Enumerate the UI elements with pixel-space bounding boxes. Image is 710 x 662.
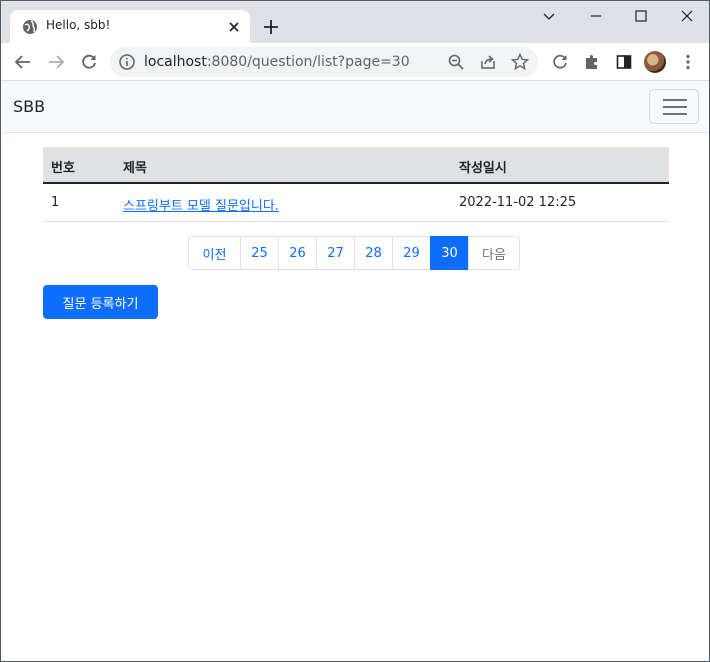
extensions-puzzle-icon[interactable] [582,52,602,72]
navbar-brand[interactable]: SBB [13,97,45,116]
cell-number: 1 [51,195,60,210]
share-icon[interactable] [478,52,498,72]
page-prev-button[interactable]: 이전 [188,236,241,270]
browser-window: Hello, sbb! localhost:8080/question/list… [0,0,710,662]
hamburger-line [663,113,687,115]
page-next-button-disabled: 다음 [468,236,520,270]
bookmark-star-icon[interactable] [510,52,530,72]
globe-icon [23,20,37,34]
forward-arrow-icon[interactable] [46,52,66,72]
back-arrow-icon[interactable] [13,52,33,72]
tab-strip: Hello, sbb! [1,1,709,43]
more-menu-icon[interactable] [678,52,698,72]
hamburger-line [663,99,687,101]
page-29-button[interactable]: 29 [392,236,431,270]
browser-toolbar: localhost:8080/question/list?page=30 [1,43,709,81]
cell-subject: 스프링부트 모델 질문입니다. [123,195,279,214]
site-navbar: SBB [1,81,709,133]
page-28-button[interactable]: 28 [354,236,393,270]
pagination: 이전 25 26 27 28 29 30 다음 [188,236,520,270]
maximize-icon[interactable] [628,7,654,25]
address-bar[interactable]: localhost:8080/question/list?page=30 [110,47,538,77]
side-panel-icon[interactable] [614,52,634,72]
question-link[interactable]: 스프링부트 모델 질문입니다. [123,199,279,214]
header-number: 번호 [51,161,75,176]
tab-title: Hello, sbb! [46,18,111,32]
reload-icon[interactable] [79,52,99,72]
page-26-button[interactable]: 26 [278,236,317,270]
tab-search-chevron-icon[interactable] [536,7,562,25]
site-info-icon[interactable] [118,53,136,71]
navbar-toggler-button[interactable] [649,89,699,124]
page-25-button[interactable]: 25 [240,236,279,270]
url-text[interactable]: localhost:8080/question/list?page=30 [144,54,410,70]
hamburger-line [663,106,687,108]
profile-avatar[interactable] [644,51,666,73]
close-window-icon[interactable] [674,7,700,25]
header-subject: 제목 [123,161,147,176]
page-27-button[interactable]: 27 [316,236,355,270]
minimize-icon[interactable] [583,7,609,25]
question-table: 번호 제목 작성일시 1 스프링부트 모델 질문입니다. 2022-11-02 … [43,147,669,222]
close-tab-icon[interactable] [226,19,242,35]
header-date: 작성일시 [459,161,507,176]
reload-extension-icon[interactable] [550,52,570,72]
table-row: 1 스프링부트 모델 질문입니다. 2022-11-02 12:25 [43,184,669,222]
zoom-icon[interactable] [446,52,466,72]
browser-tab[interactable]: Hello, sbb! [10,10,250,43]
page-30-button-active[interactable]: 30 [430,236,469,270]
new-tab-icon[interactable] [262,18,280,36]
create-question-button[interactable]: 질문 등록하기 [43,285,158,319]
table-header: 번호 제목 작성일시 [43,147,669,184]
cell-date: 2022-11-02 12:25 [459,195,577,210]
